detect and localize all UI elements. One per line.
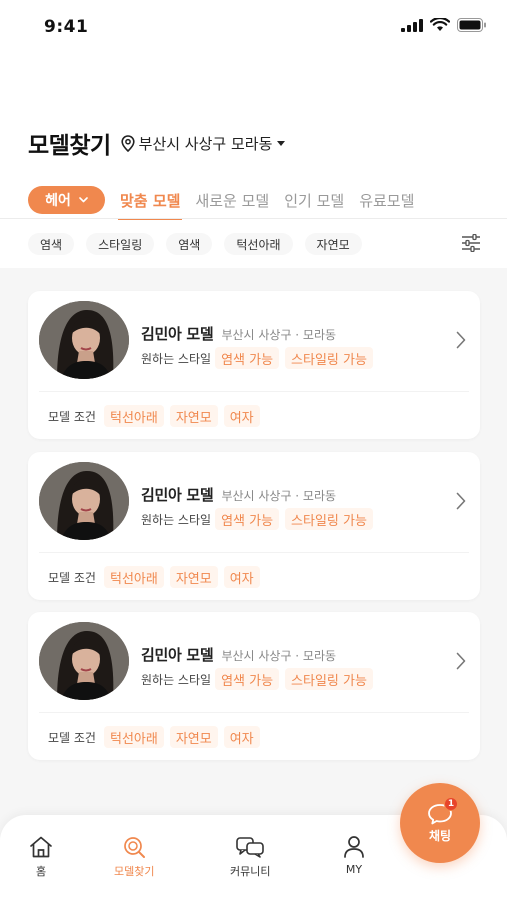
model-condition-label: 모델 조건 (48, 409, 96, 424)
condition-tag: 턱선아래 (103, 405, 164, 427)
location-pin-icon (121, 134, 135, 152)
filter-chip[interactable]: 자연모 (304, 233, 362, 255)
model-condition-label: 모델 조건 (48, 730, 96, 745)
model-avatar (39, 462, 129, 540)
model-avatar (39, 622, 129, 700)
nav-label-my: MY (345, 863, 363, 876)
style-tag: 염색 가능 (215, 668, 280, 690)
caret-down-icon (277, 140, 286, 146)
nav-item-my[interactable]: MY (343, 835, 365, 876)
condition-tag: 턱선아래 (103, 566, 164, 588)
style-tag: 염색 가능 (215, 347, 280, 369)
filter-chip[interactable]: 턱선아래 (224, 233, 293, 255)
card-divider (39, 391, 469, 392)
condition-tag: 여자 (223, 405, 260, 427)
style-tag: 염색 가능 (215, 508, 280, 530)
model-card[interactable]: 김민아 모델 부산시 사상구 · 모라동 원하는 스타일 염색 가능 스타일링 … (28, 452, 480, 600)
home-icon (30, 836, 52, 858)
style-tag: 스타일링 가능 (285, 508, 373, 530)
filter-chips: 염색 스타일링 염색 턱선아래 자연모 (28, 233, 374, 255)
chevron-right-icon[interactable] (456, 652, 466, 674)
category-tabs: 헤어 맞춤 모델 새로운 모델 인기 모델 유료모델 (28, 186, 414, 220)
nav-item-model-search[interactable]: 모델찾기 (114, 835, 154, 879)
model-name: 김민아 모델 (141, 646, 214, 664)
filter-settings-icon[interactable] (461, 233, 481, 256)
condition-tag: 여자 (223, 726, 260, 748)
chat-button-label: 채팅 (428, 828, 452, 843)
chat-unread-badge: 1 (444, 797, 458, 811)
style-tag: 스타일링 가능 (285, 668, 373, 690)
category-dropdown-label: 헤어 (45, 193, 71, 209)
chat-button[interactable]: 1 채팅 (400, 783, 480, 863)
chevron-right-icon[interactable] (456, 492, 466, 514)
model-name: 김민아 모델 (141, 486, 214, 504)
model-name-line: 김민아 모델 부산시 사상구 · 모라동 (141, 644, 336, 665)
filter-chip[interactable]: 염색 (28, 233, 75, 255)
style-tag: 스타일링 가능 (285, 347, 373, 369)
model-location: 부산시 사상구 · 모라동 (221, 649, 337, 663)
tab-popular-model[interactable]: 인기 모델 (284, 190, 344, 211)
nav-item-community[interactable]: 커뮤니티 (230, 835, 270, 879)
tabs-divider (0, 218, 507, 219)
model-condition-line: 모델 조건 턱선아래 자연모 여자 (48, 405, 266, 427)
condition-tag: 자연모 (169, 726, 218, 748)
tab-custom-model[interactable]: 맞춤 모델 (117, 190, 183, 220)
model-location: 부산시 사상구 · 모라동 (221, 328, 337, 342)
model-condition-label: 모델 조건 (48, 570, 96, 585)
person-icon (344, 836, 364, 858)
desired-style-label: 원하는 스타일 (141, 512, 212, 527)
card-divider (39, 712, 469, 713)
desired-style-label: 원하는 스타일 (141, 351, 212, 366)
model-name-line: 김민아 모델 부산시 사상구 · 모라동 (141, 484, 336, 505)
nav-label-home: 홈 (35, 865, 47, 878)
nav-label-community: 커뮤니티 (230, 865, 271, 878)
signal-icon (401, 18, 423, 32)
status-time: 9:41 (44, 17, 89, 37)
model-card[interactable]: 김민아 모델 부산시 사상구 · 모라동 원하는 스타일 염색 가능 스타일링 … (28, 291, 480, 439)
condition-tag: 자연모 (169, 405, 218, 427)
condition-tag: 자연모 (169, 566, 218, 588)
condition-tag: 턱선아래 (103, 726, 164, 748)
location-selector[interactable]: 부산시 사상구 모라동 (121, 133, 286, 154)
model-location: 부산시 사상구 · 모라동 (221, 489, 337, 503)
model-name: 김민아 모델 (141, 325, 214, 343)
card-divider (39, 552, 469, 553)
tab-new-model[interactable]: 새로운 모델 (195, 190, 269, 211)
desired-style-line: 원하는 스타일 염색 가능 스타일링 가능 (141, 508, 379, 530)
community-icon (236, 837, 265, 858)
status-icons (401, 18, 487, 32)
tab-paid-model[interactable]: 유료모델 (359, 190, 414, 211)
desired-style-label: 원하는 스타일 (141, 672, 212, 687)
filter-chip[interactable]: 스타일링 (86, 233, 155, 255)
category-dropdown-hair[interactable]: 헤어 (28, 186, 105, 214)
nav-item-home[interactable]: 홈 (28, 835, 54, 879)
status-bar: 9:41 (0, 0, 507, 56)
model-avatar (39, 301, 129, 379)
top-panel: 9:41 모델찾기 부산시 사상구 모라동 헤어 맞춤 모델 새로운 모델 인기… (0, 0, 507, 268)
desired-style-line: 원하는 스타일 염색 가능 스타일링 가능 (141, 668, 379, 690)
model-search-icon (124, 837, 146, 858)
model-card[interactable]: 김민아 모델 부산시 사상구 · 모라동 원하는 스타일 염색 가능 스타일링 … (28, 612, 480, 760)
header: 모델찾기 부산시 사상구 모라동 (28, 126, 286, 160)
model-condition-line: 모델 조건 턱선아래 자연모 여자 (48, 726, 266, 748)
model-condition-line: 모델 조건 턱선아래 자연모 여자 (48, 566, 266, 588)
desired-style-line: 원하는 스타일 염색 가능 스타일링 가능 (141, 347, 379, 369)
model-name-line: 김민아 모델 부산시 사상구 · 모라동 (141, 323, 336, 344)
battery-icon (457, 18, 486, 32)
filter-chip[interactable]: 염색 (166, 233, 213, 255)
location-label: 부산시 사상구 모라동 (138, 134, 273, 153)
chevron-right-icon[interactable] (456, 331, 466, 353)
page-title: 모델찾기 (28, 133, 111, 159)
chevron-down-icon (79, 197, 88, 203)
wifi-icon (430, 18, 450, 31)
condition-tag: 여자 (223, 566, 260, 588)
nav-label-model-search: 모델찾기 (114, 865, 155, 878)
